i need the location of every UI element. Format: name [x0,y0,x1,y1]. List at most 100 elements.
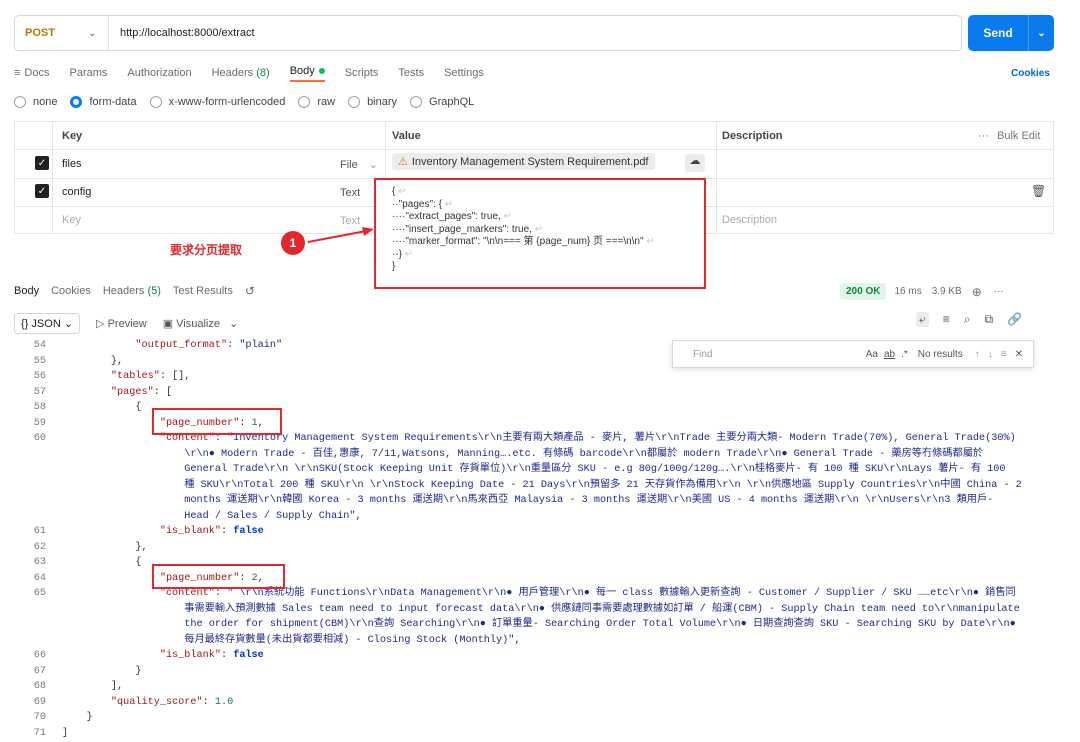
json-line: ··"pages": { ↵ [392,198,454,210]
radio-raw[interactable]: raw [298,96,335,108]
line-number: 62 [33,541,46,553]
code-text: "pages": [ [110,386,173,398]
line-number: 64 [33,572,46,584]
wrap-icon[interactable]: ⤶ [916,312,929,327]
headers-count: (5) [147,285,161,297]
code-line: \r\n● Modern Trade - 百佳,惠康, 7/11,Watsons… [0,447,1068,463]
file-pill[interactable]: ⚠ Inventory Management System Requirement… [392,153,655,170]
status-dot-icon [318,67,325,74]
request-tabs: ≡ Docs Params Authorization Headers (8) B… [14,63,504,83]
response-code-view[interactable]: 54 "output_format": "plain" 55 }, 56 "tabl… [0,338,1068,741]
response-size: 3.9 KB [931,286,962,297]
find-input[interactable]: Find [693,349,866,360]
more-icon[interactable]: ··· [994,286,1004,297]
description-placeholder[interactable]: Description [722,214,777,226]
upload-cloud-icon[interactable]: ☁ [685,154,705,172]
check-icon: ✓ [37,185,47,197]
code-text: "is_blank": false [159,650,264,661]
method-select[interactable]: POST ⌄ [15,16,109,50]
tab-authorization[interactable]: Authorization [127,67,191,79]
url-input[interactable]: http://localhost:8000/extract [109,27,255,39]
bulk-edit-button[interactable]: ··· Bulk Edit [978,130,1040,142]
config-json-editor[interactable]: { ↵ ··"pages": { ↵ ····"extract_pages": … [374,178,706,289]
code-text: 種 SKU\r\nTotal 200 種 SKU\r\n \r\nStock K… [62,479,1022,491]
globe-icon[interactable]: ⊕ [972,285,982,299]
key-placeholder[interactable]: Key [62,214,81,226]
code-text: General Trade\r\n \r\nSKU(Stock Keeping … [62,464,1006,475]
arrow-up-icon[interactable]: ↑ [975,349,980,360]
tab-scripts[interactable]: Scripts [345,67,379,79]
tab-response-headers[interactable]: Headers (5) [103,285,161,297]
link-icon[interactable]: 🔗 [1007,312,1022,327]
arrow-down-icon[interactable]: ↓ [988,349,993,360]
line-number: 66 [33,650,46,661]
response-tabs: Body Cookies Headers (5) Test Results ↺ [14,284,267,298]
trash-icon[interactable]: 🗑 [1031,184,1046,198]
code-line: Head / Sales / Supply Chain", [0,509,1068,525]
close-icon[interactable]: ✕ [1015,349,1023,360]
code-line: 71] [0,726,1068,742]
tab-params[interactable]: Params [69,67,107,79]
tab-docs[interactable]: ≡ Docs [14,67,49,79]
tab-settings[interactable]: Settings [444,67,484,79]
code-text: }, [62,355,124,367]
cookies-link[interactable]: Cookies [1011,68,1050,79]
format-select[interactable]: {} JSON ⌄ [14,313,81,334]
line-number: 65 [33,588,46,599]
radio-icon [348,96,361,108]
regex-toggle[interactable]: .* [901,349,908,360]
tab-body[interactable]: Body [289,64,325,82]
copy-icon[interactable]: ⧉ [984,312,993,327]
radio-icon [298,96,311,108]
tab-headers[interactable]: Headers (8) [212,67,270,79]
braces-icon: {} [21,318,29,330]
check-icon: ✓ [37,157,47,169]
code-text: the order for shipment(CBM)\r\n查詢 Search… [62,619,1016,630]
chevron-down-icon[interactable]: ⌄ [1029,28,1054,39]
menu-icon[interactable]: ≡ [1001,349,1007,360]
tab-label: Headers [211,67,254,79]
key-cell[interactable]: files [62,158,82,170]
docs-icon: ≡ [14,67,21,79]
json-line: { ↵ [392,186,407,197]
line-number: 58 [33,402,46,413]
code-line: 69 "quality_score": 1.0 [0,695,1068,711]
line-number: 59 [33,417,46,429]
code-text: ] [62,727,69,739]
tab-test-results[interactable]: Test Results [173,285,233,297]
find-widget: Find Aa ab .* No results ↑ ↓ ≡ ✕ [672,340,1034,368]
tab-response-cookies[interactable]: Cookies [51,285,91,297]
status-badge: 200 OK [840,283,887,300]
code-line: 56 "tables": [], [0,369,1068,385]
radio-binary[interactable]: binary [348,96,397,108]
radio-graphql[interactable]: GraphQL [410,96,474,108]
tab-tests[interactable]: Tests [398,67,424,79]
code-line: 種 SKU\r\nTotal 200 種 SKU\r\n \r\nStock K… [0,478,1068,494]
history-icon[interactable]: ↺ [245,284,255,298]
arrow-icon [307,227,374,243]
whole-word-toggle[interactable]: ab [884,349,895,360]
radio-form-data[interactable]: form-data [70,96,137,108]
row-checkbox[interactable]: ✓ [35,156,49,170]
tab-response-body[interactable]: Body [14,285,39,297]
send-label: Send [968,15,1029,51]
type-select[interactable]: File ⌄ [340,158,378,171]
line-number: 69 [33,696,46,708]
row-checkbox[interactable]: ✓ [35,184,49,198]
json-line: } [392,261,396,272]
key-cell[interactable]: config [62,186,91,198]
code-text: Head / Sales / Supply Chain", [62,510,362,522]
code-text: 事需要輸入預測數據 Sales team need to input forec… [62,603,1020,615]
radio-urlencoded[interactable]: x-www-form-urlencoded [149,96,285,108]
line-number: 61 [33,526,46,537]
radio-none[interactable]: none [14,96,57,108]
code-line: 61 "is_blank": false [0,524,1068,540]
send-button[interactable]: Send ⌄ [968,15,1054,51]
search-icon[interactable]: ⌕ [964,312,971,327]
line-number: 68 [33,681,46,692]
preview-button[interactable]: ▷ Preview [96,317,147,330]
match-case-toggle[interactable]: Aa [866,349,878,360]
tab-label: Body [289,64,315,77]
filter-icon[interactable]: ≡ [943,312,950,327]
visualize-button[interactable]: ▣ Visualize ⌄ [163,317,239,330]
